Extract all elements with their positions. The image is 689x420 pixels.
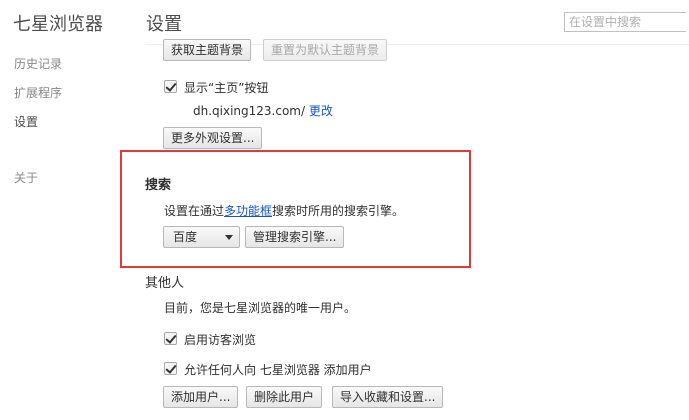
delete-user-button[interactable]: 删除此用户 bbox=[246, 386, 323, 408]
checkmark-icon bbox=[165, 362, 177, 374]
checkmark-icon bbox=[165, 80, 177, 92]
chevron-down-icon bbox=[225, 235, 233, 240]
search-section-title: 搜索 bbox=[145, 178, 172, 193]
search-description: 设置在通过多功能框搜索时所用的搜索引擎。 bbox=[164, 202, 404, 219]
search-desc-prefix: 设置在通过 bbox=[164, 204, 225, 218]
allow-add-user-label: 允许任何人向 七星浏览器 添加用户 bbox=[184, 363, 372, 377]
guest-browsing-label: 启用访客浏览 bbox=[184, 333, 257, 347]
guest-browsing-checkbox[interactable] bbox=[164, 332, 177, 345]
app-title: 七星浏览器 bbox=[13, 14, 103, 35]
add-user-button[interactable]: 添加用户... bbox=[163, 386, 239, 408]
people-section-title: 其他人 bbox=[145, 276, 185, 291]
import-bookmarks-button[interactable]: 导入收藏和设置... bbox=[332, 386, 444, 408]
sidebar-item-history[interactable]: 历史记录 bbox=[14, 55, 62, 72]
search-engine-value: 百度 bbox=[173, 230, 198, 244]
sidebar-item-settings[interactable]: 设置 bbox=[14, 113, 38, 130]
search-desc-suffix: 搜索时所用的搜索引擎。 bbox=[272, 204, 405, 218]
checkmark-icon bbox=[165, 332, 177, 344]
search-engine-select[interactable]: 百度 bbox=[163, 226, 240, 248]
home-url-text: dh.qixing123.com/ 更改 bbox=[193, 102, 333, 119]
get-theme-button[interactable]: 获取主题背景 bbox=[163, 39, 252, 61]
people-description: 目前，您是七星浏览器的唯一用户。 bbox=[164, 301, 357, 315]
sidebar-item-about[interactable]: 关于 bbox=[14, 169, 38, 186]
allow-add-user-checkbox[interactable] bbox=[164, 362, 177, 375]
page-title: 设置 bbox=[146, 14, 182, 35]
home-url: dh.qixing123.com/ bbox=[193, 104, 306, 118]
sidebar-item-extensions[interactable]: 扩展程序 bbox=[14, 84, 62, 101]
omnibox-link[interactable]: 多功能框 bbox=[224, 204, 272, 218]
reset-theme-button[interactable]: 重置为默认主题背景 bbox=[263, 39, 388, 61]
change-home-link[interactable]: 更改 bbox=[309, 104, 333, 118]
more-appearance-button[interactable]: 更多外观设置... bbox=[163, 127, 263, 149]
settings-search-input[interactable] bbox=[564, 12, 686, 32]
show-home-label: 显示“主页”按钮 bbox=[184, 81, 269, 95]
manage-search-engines-button[interactable]: 管理搜索引擎... bbox=[245, 226, 345, 248]
show-home-checkbox[interactable] bbox=[164, 80, 177, 93]
